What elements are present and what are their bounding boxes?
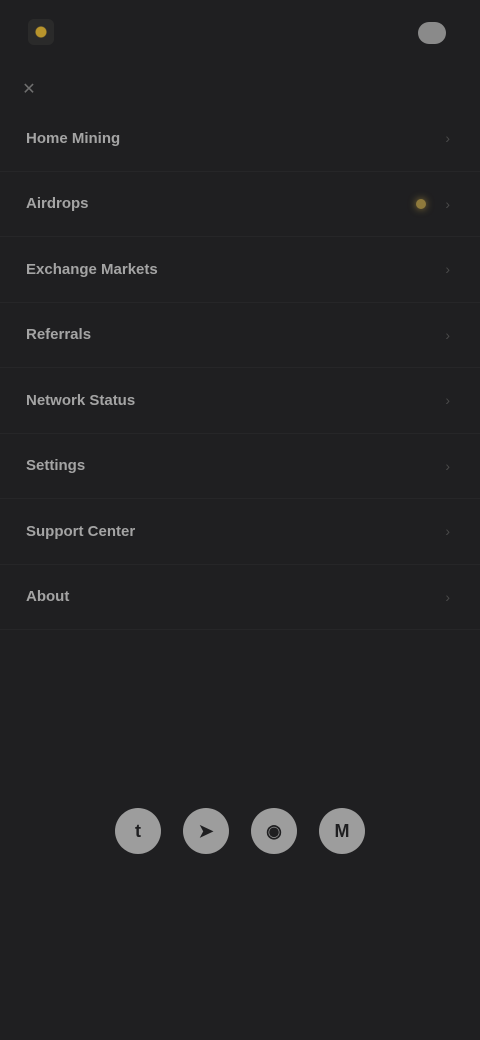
menu-item[interactable]: Referrals › xyxy=(0,303,480,368)
menu-item[interactable]: Exchange Markets › xyxy=(0,237,480,303)
menu-item[interactable]: Settings › xyxy=(0,434,480,499)
chevron-right-icon: › xyxy=(445,588,450,605)
menu-item-label: Referrals xyxy=(26,326,92,344)
chevron-right-icon: › xyxy=(445,195,450,212)
header-button[interactable] xyxy=(418,22,446,44)
menu-item[interactable]: Home Mining › xyxy=(0,106,480,172)
chevron-right-icon: › xyxy=(445,523,450,540)
chevron-right-icon: › xyxy=(445,326,450,343)
menu-item[interactable]: Support Center › xyxy=(0,499,480,565)
menu-item-label: About xyxy=(26,588,70,606)
chevron-right-icon: › xyxy=(445,130,450,147)
menu-item-label: Network Status xyxy=(26,391,136,409)
menu-item-label: Airdrops xyxy=(26,195,89,213)
menu-item-label: Home Mining xyxy=(26,129,121,147)
logo-icon xyxy=(28,19,54,45)
nav-menu: Home Mining › Airdrops › Exchange Markets › Re… xyxy=(0,106,480,630)
social-links: t ➤ ◉ M xyxy=(0,808,480,854)
chevron-right-icon: › xyxy=(445,261,450,278)
top-header xyxy=(0,0,480,64)
notification-dot-icon xyxy=(416,198,426,209)
menu-item-label: Exchange Markets xyxy=(26,260,158,278)
menu-item-label: Settings xyxy=(26,457,86,475)
menu-item[interactable]: About › xyxy=(0,565,480,630)
menu-item-label: Support Center xyxy=(26,522,136,540)
menu-screen: ✕ Home Mining › Airdrops › Exchange Markets ›… xyxy=(0,0,480,1040)
header-actions xyxy=(408,22,446,44)
twitter-icon[interactable]: t xyxy=(115,808,161,854)
menu-item[interactable]: Airdrops › xyxy=(0,172,480,237)
telegram-icon[interactable]: ➤ xyxy=(183,808,229,854)
menu-item[interactable]: Network Status › xyxy=(0,368,480,434)
close-icon[interactable]: ✕ xyxy=(16,76,42,102)
logo[interactable] xyxy=(28,14,62,50)
discord-icon[interactable]: ◉ xyxy=(251,808,297,854)
chevron-right-icon: › xyxy=(445,392,450,409)
chevron-right-icon: › xyxy=(445,457,450,474)
medium-icon[interactable]: M xyxy=(319,808,365,854)
